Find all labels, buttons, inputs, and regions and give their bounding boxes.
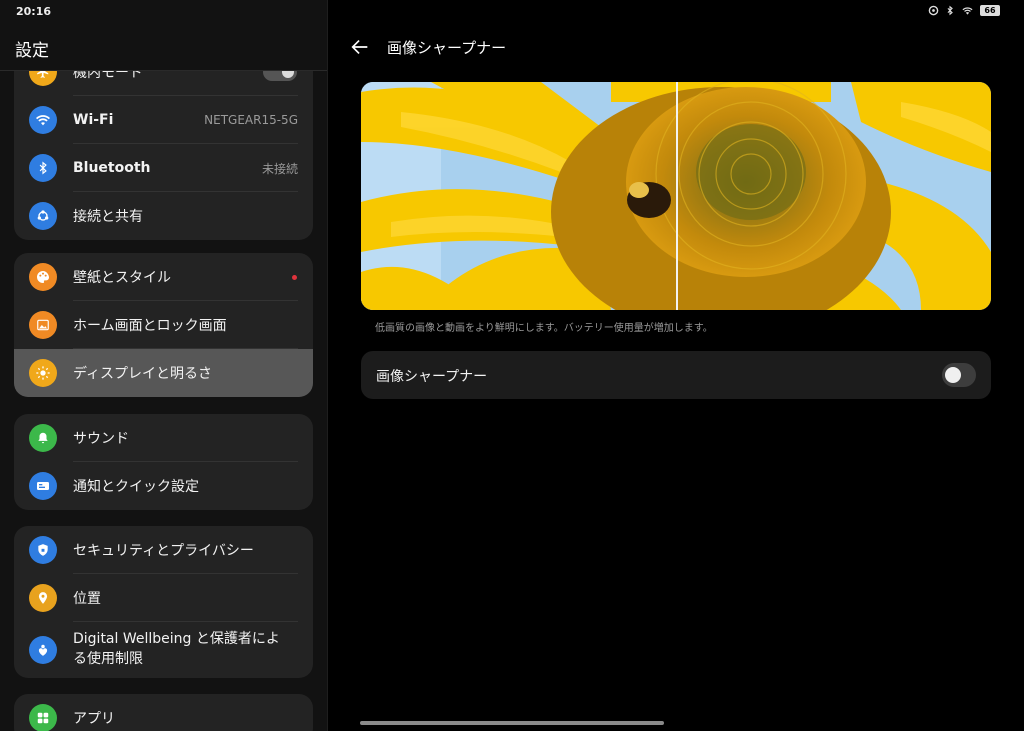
privacy-group: セキュリティとプライバシー 位置 Digital Wellbeing と保護者に… <box>14 526 313 678</box>
card-icon <box>29 472 57 500</box>
page-title: 設定 <box>15 41 49 61</box>
bluetooth-icon <box>29 154 57 182</box>
heart-person-icon <box>29 636 57 664</box>
sidebar-item-connection-sharing[interactable]: 接続と共有 <box>14 192 313 240</box>
sidebar-item-home-lock[interactable]: ホーム画面とロック画面 <box>14 301 313 349</box>
sidebar-item-label: 位置 <box>73 591 101 607</box>
battery-icon: 66 <box>980 5 1000 16</box>
sun-icon <box>29 359 57 387</box>
sidebar-item-security[interactable]: セキュリティとプライバシー <box>14 526 313 574</box>
grid-icon <box>29 704 57 731</box>
data-saver-icon <box>928 5 939 16</box>
wifi-icon <box>29 106 57 134</box>
sharpener-toggle[interactable] <box>942 363 976 387</box>
bluetooth-status-icon <box>947 5 953 16</box>
wifi-network-value: NETGEAR15-5G <box>204 113 298 127</box>
sidebar-item-label: 通知とクイック設定 <box>73 479 199 495</box>
shield-icon <box>29 536 57 564</box>
sidebar-item-label: セキュリティとプライバシー <box>73 543 254 559</box>
back-arrow-icon[interactable] <box>349 36 371 58</box>
sidebar-item-label: ホーム画面とロック画面 <box>73 318 227 334</box>
settings-sidebar: 機内モード Wi-Fi NETGEAR15-5G Bluetooth 未接続 接… <box>0 0 327 731</box>
detail-title: 画像シャープナー <box>387 39 507 57</box>
sidebar-item-wallpaper[interactable]: 壁紙とスタイル <box>14 253 313 301</box>
sharpener-setting-label: 画像シャープナー <box>376 369 488 385</box>
status-icons: 66 <box>928 5 1000 16</box>
sidebar-item-label: アプリ <box>73 711 115 727</box>
bell-icon <box>29 424 57 452</box>
personalization-group: 壁紙とスタイル ホーム画面とロック画面 ディスプレイと明るさ <box>14 253 313 397</box>
apps-group: アプリ <box>14 694 313 731</box>
image-icon <box>29 311 57 339</box>
bluetooth-status-value: 未接続 <box>261 161 298 176</box>
connectivity-group: 機内モード Wi-Fi NETGEAR15-5G Bluetooth 未接続 接… <box>14 48 313 240</box>
sidebar-item-label: 接続と共有 <box>73 209 143 225</box>
sidebar-item-notifications[interactable]: 通知とクイック設定 <box>14 462 313 510</box>
notification-dot <box>292 274 297 280</box>
sidebar-item-display[interactable]: ディスプレイと明るさ <box>14 349 313 397</box>
sidebar-item-apps[interactable]: アプリ <box>14 694 313 731</box>
palette-icon <box>29 263 57 291</box>
sidebar-item-label: ディスプレイと明るさ <box>73 366 213 382</box>
share-icon <box>29 202 57 230</box>
wifi-status-icon <box>962 7 973 15</box>
sharpener-setting-card[interactable]: 画像シャープナー <box>361 351 991 399</box>
sidebar-item-label: Bluetooth <box>73 160 151 176</box>
status-time: 20:16 <box>16 5 52 18</box>
gesture-bar[interactable] <box>360 721 664 725</box>
sidebar-item-label: Digital Wellbeing と保護者によ る使用制限 <box>73 631 280 667</box>
sidebar-item-location[interactable]: 位置 <box>14 574 313 622</box>
feature-description: 低画質の画像と動画をより鮮明にします。バッテリー使用量が増加します。 <box>375 323 713 334</box>
sharpener-preview-image <box>361 82 991 310</box>
sidebar-item-label: Wi-Fi <box>73 112 114 128</box>
sidebar-item-wifi[interactable]: Wi-Fi NETGEAR15-5G <box>14 96 313 144</box>
toggle-knob <box>945 367 961 383</box>
sidebar-item-sound[interactable]: サウンド <box>14 414 313 462</box>
sidebar-item-label: 壁紙とスタイル <box>73 270 171 286</box>
sidebar-item-bluetooth[interactable]: Bluetooth 未接続 <box>14 144 313 192</box>
location-pin-icon <box>29 584 57 612</box>
sidebar-item-digital-wellbeing[interactable]: Digital Wellbeing と保護者によ る使用制限 <box>14 622 313 678</box>
notifications-group: サウンド 通知とクイック設定 <box>14 414 313 510</box>
screen: 機内モード Wi-Fi NETGEAR15-5G Bluetooth 未接続 接… <box>0 0 1024 731</box>
sidebar-item-label: サウンド <box>73 431 129 447</box>
